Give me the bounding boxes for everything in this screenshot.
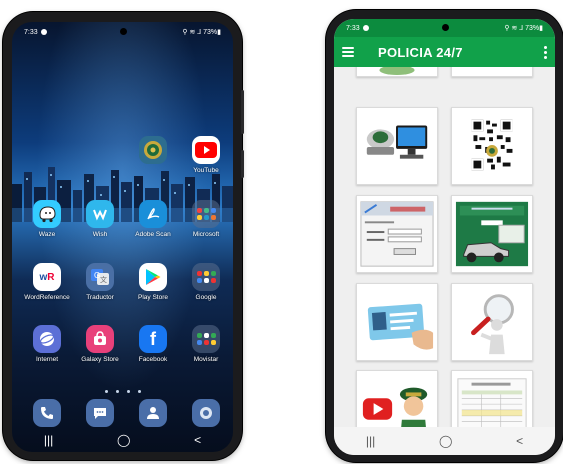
back-button[interactable]: < xyxy=(516,434,523,448)
tile-id-card[interactable] xyxy=(356,283,438,361)
galaxy-store-icon xyxy=(86,325,114,353)
navigation-bar: ||| ◯ < xyxy=(334,427,555,455)
contacts-icon xyxy=(139,399,167,427)
right-phone: 7:33 ⚲ ≋ ⅃ 73%▮ POLICIA 24/7 ||| ◯ < xyxy=(326,10,563,462)
app-galaxy-store[interactable]: Galaxy Store xyxy=(75,325,125,363)
tile-youtube-police[interactable] xyxy=(356,370,438,427)
wish-icon xyxy=(86,200,114,228)
app-label: Facebook xyxy=(138,356,168,363)
svg-text:文: 文 xyxy=(100,275,107,284)
vehicle-query-icon xyxy=(455,201,529,267)
app-label: Wish xyxy=(92,231,108,238)
app-label: YouTube xyxy=(193,167,219,174)
app-translate[interactable]: G文 Traductor xyxy=(75,263,125,301)
app-label: Adobe Scan xyxy=(135,231,171,238)
front-camera xyxy=(441,24,449,31)
app-label: Waze xyxy=(38,231,56,238)
app-label: WordReference xyxy=(24,294,70,301)
app-wish[interactable]: Wish xyxy=(75,200,125,238)
dock-phone[interactable] xyxy=(22,399,72,427)
app-label: Galaxy Store xyxy=(81,356,119,363)
app-screen: 7:33 ⚲ ≋ ⅃ 73%▮ POLICIA 24/7 ||| ◯ < xyxy=(334,19,555,455)
navigation-bar: ||| ◯ < xyxy=(12,426,233,452)
google-translate-icon: G文 xyxy=(86,263,114,291)
recents-button[interactable]: ||| xyxy=(44,433,53,447)
left-phone: 7:33 ⚲ ≋ ⅃ 73%▮ YouTube Waze Wish Adobe … xyxy=(3,12,244,460)
folder-google[interactable]: Google xyxy=(181,263,231,301)
app-youtube[interactable]: YouTube xyxy=(181,136,231,174)
app-play-store[interactable]: Play Store xyxy=(128,263,178,301)
tile-search-person[interactable] xyxy=(451,283,533,361)
adobe-scan-icon xyxy=(139,200,167,228)
more-options-icon[interactable] xyxy=(544,45,547,59)
messages-icon xyxy=(86,399,114,427)
status-indicators: ⚲ ≋ ⅃ 73%▮ xyxy=(182,29,221,36)
app-label: Movistar xyxy=(193,356,219,363)
tile-document-table[interactable] xyxy=(451,370,533,427)
page-indicator[interactable] xyxy=(12,390,233,393)
tile-partial-right[interactable] xyxy=(451,67,533,77)
app-facebook[interactable]: f Facebook xyxy=(128,325,178,363)
tile-vehicle-query[interactable] xyxy=(451,195,533,273)
folder-icon xyxy=(192,200,220,228)
tile-qr-code[interactable] xyxy=(451,107,533,185)
login-form-icon xyxy=(360,201,434,267)
power-button xyxy=(241,150,244,178)
app-bar: POLICIA 24/7 xyxy=(334,37,555,67)
folder-movistar[interactable]: Movistar xyxy=(181,325,231,363)
app-wordreference[interactable]: wR WordReference xyxy=(22,263,72,301)
app-waze[interactable]: Waze xyxy=(22,200,72,238)
app-police[interactable] xyxy=(128,136,178,164)
tile-police-computer[interactable] xyxy=(356,107,438,185)
police-emblem-icon xyxy=(139,136,167,164)
camera-icon xyxy=(192,399,220,427)
dock-messages[interactable] xyxy=(75,399,125,427)
document-table-icon xyxy=(457,378,527,427)
globe-icon xyxy=(33,325,61,353)
youtube-icon xyxy=(192,136,220,164)
wordreference-icon: wR xyxy=(33,263,61,291)
play-store-icon xyxy=(139,263,167,291)
app-label: Internet xyxy=(35,356,59,363)
status-time: 7:33 xyxy=(24,28,38,36)
menu-icon[interactable] xyxy=(342,47,354,57)
tile-grid xyxy=(334,67,555,427)
id-card-icon xyxy=(367,303,434,350)
notification-dot-icon xyxy=(40,29,47,35)
youtube-police-icon xyxy=(362,387,428,427)
dock-contacts[interactable] xyxy=(128,399,178,427)
status-time: 7:33 xyxy=(346,24,360,32)
status-bar: 7:33 ⚲ ≋ ⅃ 73%▮ xyxy=(12,22,233,42)
app-internet[interactable]: Internet xyxy=(22,325,72,363)
status-indicators: ⚲ ≋ ⅃ 73%▮ xyxy=(504,25,543,32)
app-label: Google xyxy=(195,294,217,301)
waze-icon xyxy=(33,200,61,228)
qr-code-icon xyxy=(469,117,515,173)
app-adobe-scan[interactable]: Adobe Scan xyxy=(128,200,178,238)
folder-microsoft[interactable]: Microsoft xyxy=(181,200,231,238)
tile-partial-left[interactable] xyxy=(356,67,438,77)
phone-icon xyxy=(33,399,61,427)
dock-camera[interactable] xyxy=(181,399,231,427)
home-screen: 7:33 ⚲ ≋ ⅃ 73%▮ YouTube Waze Wish Adobe … xyxy=(12,22,233,452)
tile-login-form[interactable] xyxy=(356,195,438,273)
police-badge-computer-icon xyxy=(366,125,428,159)
home-button[interactable]: ◯ xyxy=(439,434,452,448)
notification-dot-icon xyxy=(362,25,369,31)
recents-button[interactable]: ||| xyxy=(366,434,375,448)
home-button[interactable]: ◯ xyxy=(117,433,130,447)
facebook-icon: f xyxy=(139,325,167,353)
app-label: Play Store xyxy=(138,294,168,301)
app-label: Traductor xyxy=(86,294,114,301)
app-title: POLICIA 24/7 xyxy=(378,44,463,60)
folder-icon xyxy=(192,263,220,291)
volume-button xyxy=(241,90,244,134)
folder-icon xyxy=(192,325,220,353)
back-button[interactable]: < xyxy=(194,433,201,447)
magnifier-person-icon xyxy=(471,294,514,355)
app-label: Microsoft xyxy=(192,231,220,238)
